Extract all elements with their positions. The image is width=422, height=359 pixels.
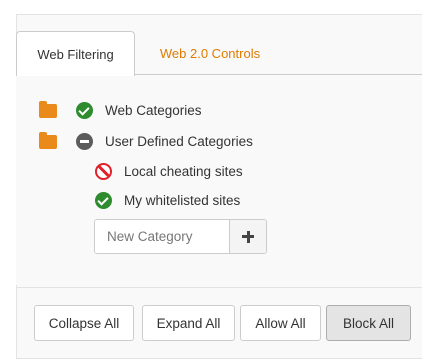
folder-open-icon[interactable] (39, 132, 57, 149)
tab-web-2-0-controls-label: Web 2.0 Controls (159, 46, 261, 61)
collapse-all-button[interactable]: Collapse All (34, 305, 134, 341)
block-all-button[interactable]: Block All (326, 305, 411, 341)
new-category-group (94, 219, 267, 254)
minus-circle-icon[interactable] (76, 132, 93, 150)
tab-bar: Web Filtering Web 2.0 Controls (16, 31, 422, 76)
tree-label-web-categories: Web Categories (105, 102, 202, 118)
expand-all-button[interactable]: Expand All (142, 305, 235, 341)
folder-icon[interactable] (39, 101, 57, 118)
ban-icon[interactable] (95, 162, 112, 180)
tab-web-filtering-label: Web Filtering (37, 46, 114, 62)
tree-label-my-whitelisted-sites: My whitelisted sites (124, 192, 241, 208)
tab-web-2-0-controls[interactable]: Web 2.0 Controls (140, 31, 280, 75)
footer-divider (16, 287, 422, 288)
check-circle-icon[interactable] (95, 191, 112, 209)
tree-row-web-categories[interactable]: Web Categories (39, 100, 202, 120)
check-circle-icon[interactable] (76, 101, 93, 119)
tree-row-local-cheating-sites[interactable]: Local cheating sites (95, 161, 243, 181)
add-category-button[interactable] (229, 220, 266, 253)
plus-icon (242, 230, 254, 243)
tree-row-my-whitelisted-sites[interactable]: My whitelisted sites (95, 190, 240, 210)
tab-web-filtering[interactable]: Web Filtering (16, 31, 135, 76)
tree-label-local-cheating-sites: Local cheating sites (124, 163, 243, 179)
allow-all-button[interactable]: Allow All (240, 305, 321, 341)
new-category-input[interactable] (95, 220, 229, 253)
tree-label-user-defined-categories: User Defined Categories (105, 133, 253, 149)
tree-row-user-defined-categories[interactable]: User Defined Categories (39, 131, 253, 151)
